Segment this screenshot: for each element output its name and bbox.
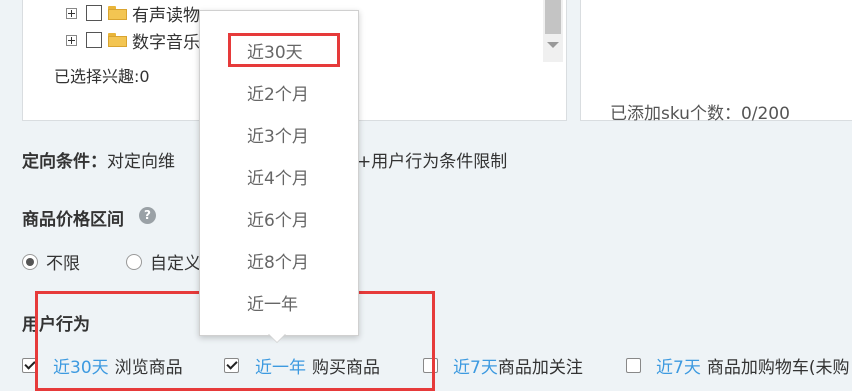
expand-icon[interactable]: [66, 34, 77, 46]
radio-button[interactable]: [126, 253, 142, 270]
price-option-unlimited[interactable]: 不限: [22, 249, 80, 274]
expand-icon[interactable]: [66, 7, 77, 19]
radio-label: 不限: [46, 254, 80, 274]
targeting-header: 定向条件：对定向维: [22, 147, 175, 172]
targeting-desc-left: 对定向维: [107, 152, 175, 172]
sku-count: 已添加sku个数：0/200: [610, 104, 790, 124]
price-range-title: 商品价格区间: [22, 210, 124, 230]
period-dropdown-link[interactable]: 近7天: [656, 353, 701, 378]
dropdown-item[interactable]: 近4个月: [247, 164, 309, 189]
targeting-title: 定向条件：: [22, 152, 107, 172]
price-option-custom[interactable]: 自定义: [126, 249, 201, 274]
folder-icon: [108, 33, 127, 47]
tree-checkbox[interactable]: [86, 32, 102, 48]
folder-icon: [108, 6, 127, 20]
dropdown-item[interactable]: 近6个月: [247, 206, 309, 231]
highlight-box-30days: [228, 33, 340, 67]
checkbox[interactable]: [626, 358, 641, 373]
dropdown-pointer-icon: [268, 333, 286, 342]
behavior-item-follow[interactable]: 近7天 商品加关注: [423, 353, 583, 378]
tree-item-audiobooks[interactable]: 有声读物: [66, 3, 200, 26]
scrollbar-thumb[interactable]: [545, 0, 561, 34]
behavior-item-cart[interactable]: 近7天 商品加购物车(未购: [626, 353, 849, 378]
behavior-action: 商品加购物车(未购: [706, 358, 850, 378]
tree-item-label: 有声读物: [132, 5, 200, 26]
behavior-action: 商品加关注: [497, 358, 583, 378]
radio-label: 自定义: [150, 254, 201, 274]
dropdown-item[interactable]: 近一年: [247, 290, 298, 315]
scroll-down-arrow-icon[interactable]: [547, 42, 559, 48]
tree-item-label: 数字音乐: [132, 32, 200, 53]
selected-interest-count: 已选择兴趣:0: [54, 67, 150, 86]
radio-button[interactable]: [22, 253, 38, 270]
targeting-desc-right: +用户行为条件限制: [357, 152, 508, 172]
dropdown-item[interactable]: 近3个月: [247, 122, 309, 147]
help-icon[interactable]: ?: [139, 207, 156, 224]
period-dropdown-link[interactable]: 近7天: [453, 353, 498, 378]
dropdown-item[interactable]: 近8个月: [247, 248, 309, 273]
dropdown-item[interactable]: 近2个月: [247, 80, 309, 105]
tree-item-digital-music[interactable]: 数字音乐: [66, 30, 200, 53]
tree-checkbox[interactable]: [86, 5, 102, 21]
